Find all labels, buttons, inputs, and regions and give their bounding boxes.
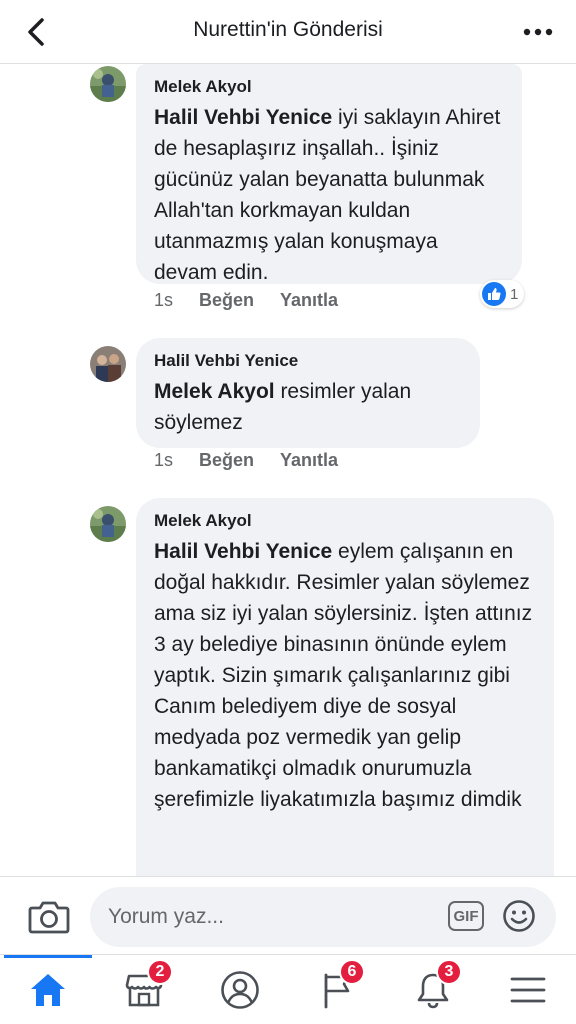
comment-text: Halil Vehbi Yenice iyi saklayın Ahiret d… [154, 102, 504, 288]
like-button[interactable]: Beğen [199, 450, 254, 471]
comment-author[interactable]: Halil Vehbi Yenice [154, 350, 462, 372]
like-button[interactable]: Beğen [199, 290, 254, 311]
tab-bar: 2 6 3 [0, 954, 576, 1024]
comment-body: eylem çalışanın en doğal hakkıdır. Resim… [154, 540, 533, 811]
reaction-count: 1 [510, 285, 519, 303]
home-icon [31, 974, 65, 1006]
notification-badge: 6 [339, 959, 365, 985]
comment-list: Melek Akyol Halil Vehbi Yenice iyi sakla… [0, 64, 576, 876]
comment-text: Melek Akyol resimler yalan söylemez [154, 376, 462, 438]
tab-home[interactable] [23, 965, 73, 1015]
tab-menu[interactable] [503, 965, 553, 1015]
tab-marketplace[interactable]: 2 [119, 959, 173, 1015]
active-tab-indicator [4, 955, 92, 958]
camera-icon [28, 901, 70, 934]
notification-badge: 3 [436, 959, 462, 985]
notification-badge: 2 [147, 959, 173, 985]
menu-icon [510, 977, 546, 1003]
comment-author[interactable]: Melek Akyol [154, 76, 504, 98]
gif-button[interactable]: GIF [448, 901, 484, 931]
avatar[interactable] [90, 66, 126, 102]
profile-icon [221, 971, 259, 1009]
tab-notifications[interactable]: 3 [408, 959, 462, 1015]
comment-time: 1s [154, 450, 174, 470]
comment-placeholder[interactable]: Yorum yaz... [108, 905, 224, 929]
comment-text: Halil Vehbi Yenice eylem çalışanın en do… [154, 536, 536, 815]
reply-button[interactable]: Yanıtla [280, 290, 338, 311]
comment-bubble: Melek Akyol Halil Vehbi Yenice eylem çal… [136, 498, 554, 876]
mention-link[interactable]: Halil Vehbi Yenice [154, 106, 332, 129]
camera-button[interactable] [28, 899, 70, 935]
comment-actions: 1s Beğen Yanıtla [154, 290, 338, 311]
comment-bubble: Halil Vehbi Yenice Melek Akyol resimler … [136, 338, 480, 448]
comment-actions: 1s Beğen Yanıtla [154, 450, 338, 471]
comment-author[interactable]: Melek Akyol [154, 510, 536, 532]
avatar[interactable] [90, 346, 126, 382]
reaction-summary[interactable]: 1 [480, 280, 525, 308]
thumbs-up-icon [482, 282, 506, 306]
comment-composer: Yorum yaz... GIF [0, 876, 576, 954]
page-title: Nurettin'in Gönderisi [193, 18, 383, 41]
mention-link[interactable]: Halil Vehbi Yenice [154, 540, 332, 563]
mention-link[interactable]: Melek Akyol [154, 380, 275, 403]
reply-button[interactable]: Yanıtla [280, 450, 338, 471]
tab-pages[interactable]: 6 [311, 959, 365, 1015]
comment-bubble: Melek Akyol Halil Vehbi Yenice iyi sakla… [136, 64, 522, 284]
smiley-icon [503, 900, 535, 932]
comment-time: 1s [154, 290, 174, 310]
comment-item: Halil Vehbi Yenice Melek Akyol resimler … [0, 338, 576, 488]
header: Nurettin'in Gönderisi [0, 0, 576, 64]
avatar[interactable] [90, 506, 126, 542]
tab-profile[interactable] [215, 965, 265, 1015]
comment-item: Melek Akyol Halil Vehbi Yenice iyi sakla… [0, 64, 576, 324]
comment-item: Melek Akyol Halil Vehbi Yenice eylem çal… [0, 498, 576, 876]
more-horizontal-icon [523, 28, 553, 36]
emoji-button[interactable] [502, 899, 536, 933]
comment-body: iyi saklayın Ahiret de hesaplaşırız inşa… [154, 106, 501, 284]
more-options-button[interactable] [520, 18, 556, 46]
